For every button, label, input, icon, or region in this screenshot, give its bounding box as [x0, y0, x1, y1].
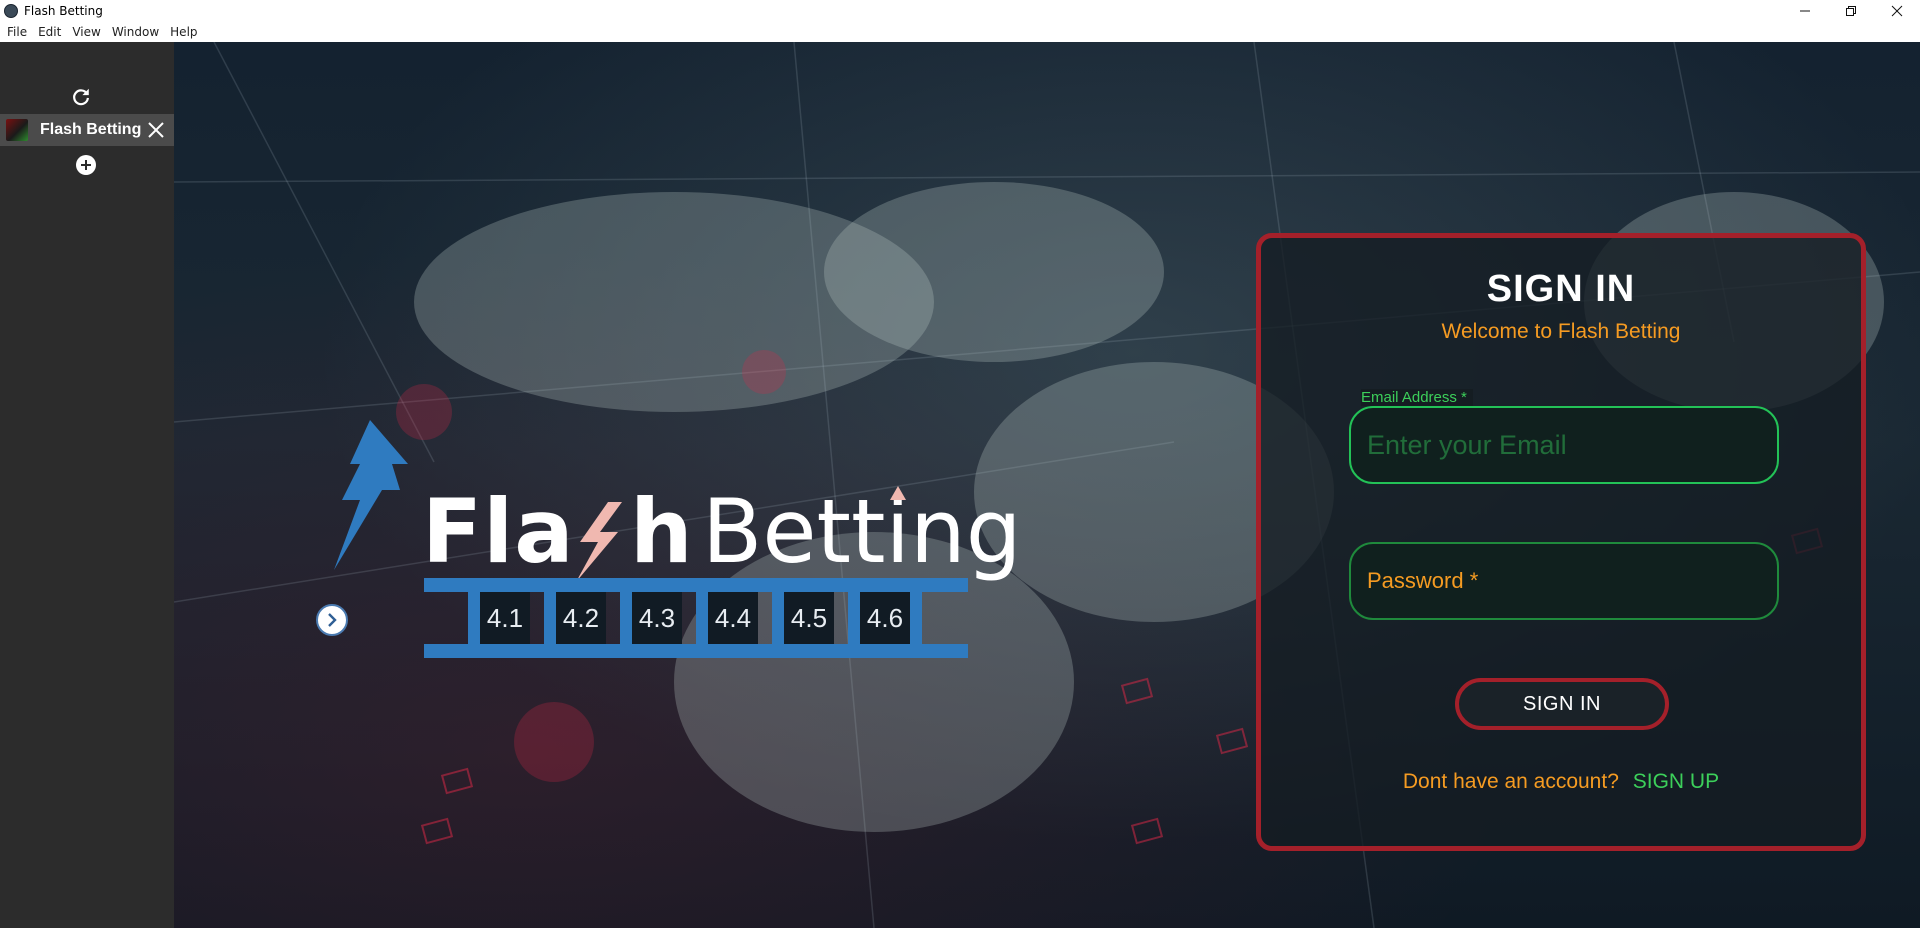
tab-flash-betting[interactable]: Flash Betting — [0, 114, 174, 146]
signin-button[interactable]: SIGN IN — [1455, 678, 1669, 730]
version-box: 4.5 — [772, 592, 834, 644]
refresh-icon[interactable] — [70, 86, 92, 108]
flash-betting-logo: Fla h Betting 4.1 4.2 4.3 4.4 4.5 4.6 — [330, 420, 1050, 670]
close-icon — [1891, 5, 1903, 17]
version-box: 4.2 — [544, 592, 606, 644]
sidebar: Flash Betting — [0, 42, 174, 928]
window-controls — [1782, 0, 1920, 22]
signup-row: Dont have an account? SIGN UP — [1261, 770, 1861, 794]
version-box: 4.6 — [848, 592, 922, 644]
menu-file[interactable]: File — [7, 25, 27, 39]
version-box: 4.4 — [696, 592, 758, 644]
version-ladder: 4.1 4.2 4.3 4.4 4.5 4.6 — [424, 578, 968, 662]
password-field[interactable]: Password * — [1349, 542, 1779, 620]
logo-arrow-icon — [890, 486, 906, 500]
signin-subtitle: Welcome to Flash Betting — [1441, 320, 1681, 343]
version-box: 4.3 — [620, 592, 682, 644]
menu-window[interactable]: Window — [112, 25, 159, 39]
tab-label: Flash Betting — [40, 121, 142, 138]
signin-title: SIGN IN — [1486, 268, 1636, 310]
minimize-button[interactable] — [1782, 0, 1828, 22]
version-box: 4.1 — [468, 592, 530, 644]
tab-close-icon[interactable] — [146, 119, 166, 141]
logo-text-betting: Betting — [702, 480, 1022, 583]
signup-question: Dont have an account? — [1402, 770, 1619, 793]
signup-link[interactable]: SIGN UP — [1633, 770, 1719, 793]
ladder-rail-bottom — [424, 644, 968, 658]
add-tab-icon[interactable] — [76, 155, 96, 175]
logo-s-bolt-icon — [576, 502, 622, 582]
menu-edit[interactable]: Edit — [38, 25, 61, 39]
menu-view[interactable]: View — [72, 25, 100, 39]
minimize-icon — [1800, 10, 1810, 12]
window-title: Flash Betting — [24, 4, 103, 18]
password-placeholder: Password * — [1367, 568, 1479, 593]
email-field[interactable] — [1349, 406, 1779, 484]
restore-button[interactable] — [1828, 0, 1874, 22]
title-bar: Flash Betting — [0, 0, 1920, 22]
email-label: Email Address * — [1361, 389, 1473, 406]
app-icon — [4, 4, 18, 18]
signin-card: SIGN IN Welcome to Flash Betting Email A… — [1256, 233, 1866, 851]
close-window-button[interactable] — [1874, 0, 1920, 22]
email-input[interactable] — [1367, 429, 1761, 461]
menu-help[interactable]: Help — [170, 25, 197, 39]
logo-text-flash: Fla — [422, 480, 575, 583]
tab-favicon — [6, 119, 28, 141]
lightning-bolt-icon — [334, 420, 408, 570]
logo-text-h: h — [630, 480, 694, 583]
restore-icon — [1846, 6, 1856, 16]
menu-bar: File Edit View Window Help — [0, 22, 1920, 42]
ladder-rail-top — [424, 578, 968, 592]
